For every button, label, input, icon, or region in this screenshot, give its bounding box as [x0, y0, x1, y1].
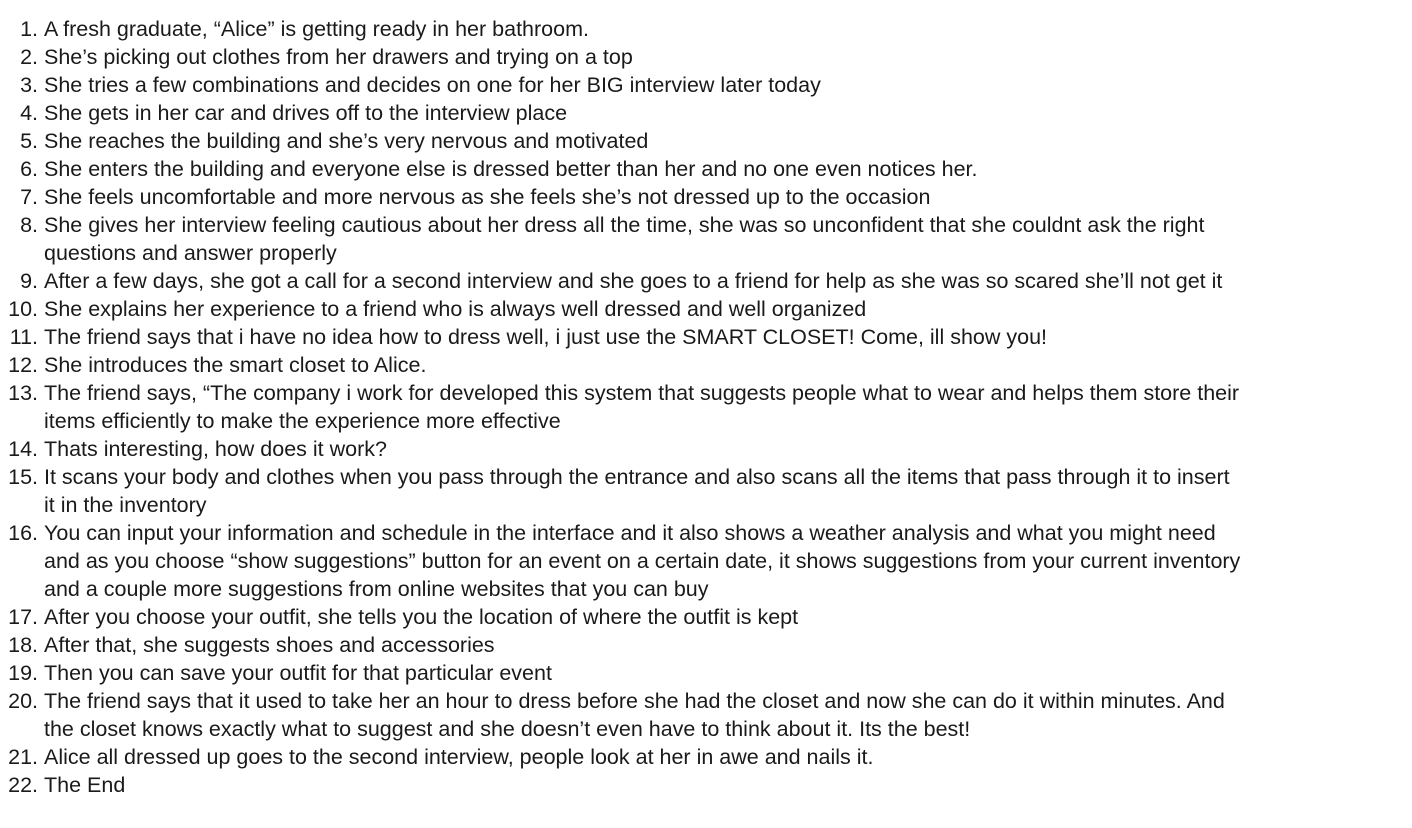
- list-item: 16. You can input your information and sc…: [0, 519, 1412, 603]
- list-item: 15. It scans your body and clothes when y…: [0, 463, 1412, 519]
- list-item-text: She explains her experience to a friend …: [44, 295, 1399, 323]
- list-item: 21. Alice all dressed up goes to the seco…: [0, 743, 1412, 771]
- list-item-line: The friend says that i have no idea how …: [44, 325, 1047, 349]
- list-item-number: 16.: [8, 521, 38, 545]
- list-item-number: 1.: [20, 17, 38, 41]
- list-item: 9. After a few days, she got a call for a…: [0, 267, 1412, 295]
- list-item: 18. After that, she suggests shoes and ac…: [0, 631, 1412, 659]
- list-item-number: 20.: [8, 689, 38, 713]
- list-item-text: She tries a few combinations and decides…: [44, 71, 1399, 99]
- list-item-text: She reaches the building and she’s very …: [44, 127, 1399, 155]
- list-item-line: She gets in her car and drives off to th…: [44, 101, 568, 125]
- list-item-line: She feels uncomfortable and more nervous…: [44, 185, 931, 209]
- list-item-line: Then you can save your outfit for that p…: [44, 661, 552, 685]
- list-item: 10. She explains her experience to a frie…: [0, 295, 1412, 323]
- list-item-text: She enters the building and everyone els…: [44, 155, 1399, 183]
- list-item-line: it in the inventory: [44, 493, 207, 517]
- story-list: 1. A fresh graduate, “Alice” is getting r…: [0, 0, 1412, 799]
- list-item-text: She introduces the smart closet to Alice…: [44, 351, 1399, 379]
- list-item-text: She feels uncomfortable and more nervous…: [44, 183, 1399, 211]
- list-item: 17. After you choose your outfit, she tel…: [0, 603, 1412, 631]
- list-item: 5. She reaches the building and she’s ver…: [0, 127, 1412, 155]
- list-item-line: You can input your information and sched…: [44, 521, 1216, 545]
- list-item-number: 15.: [8, 465, 38, 489]
- list-item: 19. Then you can save your outfit for tha…: [0, 659, 1412, 687]
- list-item: 6. She enters the building and everyone e…: [0, 155, 1412, 183]
- list-item-text: Thats interesting, how does it work?: [44, 435, 1399, 463]
- list-item-line: the closet knows exactly what to suggest…: [44, 717, 971, 741]
- list-item-number: 6.: [20, 157, 38, 181]
- list-item-line: Thats interesting, how does it work?: [44, 437, 387, 461]
- list-item-line: The friend says that it used to take her…: [44, 689, 1225, 713]
- list-item-line: She gives her interview feeling cautious…: [44, 213, 1205, 237]
- list-item-number: 9.: [20, 269, 38, 293]
- list-item-number: 4.: [20, 101, 38, 125]
- list-item-line: She’s picking out clothes from her drawe…: [44, 45, 633, 69]
- list-item-number: 8.: [20, 213, 38, 237]
- list-item-line: After a few days, she got a call for a s…: [44, 269, 1223, 293]
- list-item-line: She explains her experience to a friend …: [44, 297, 867, 321]
- list-item: 3. She tries a few combinations and decid…: [0, 71, 1412, 99]
- list-item-line: She enters the building and everyone els…: [44, 157, 978, 181]
- list-item-text: You can input your information and sched…: [44, 519, 1399, 603]
- list-item-text: Then you can save your outfit for that p…: [44, 659, 1399, 687]
- list-item-line: The End: [44, 773, 126, 797]
- list-item-text: The friend says, “The company i work for…: [44, 379, 1399, 435]
- list-item: 11. The friend says that i have no idea h…: [0, 323, 1412, 351]
- list-item-text: The friend says that it used to take her…: [44, 687, 1399, 743]
- list-item-number: 10.: [8, 297, 38, 321]
- list-item-text: She’s picking out clothes from her drawe…: [44, 43, 1399, 71]
- list-item-line: A fresh graduate, “Alice” is getting rea…: [44, 17, 589, 41]
- list-item-number: 2.: [20, 45, 38, 69]
- list-item-line: She reaches the building and she’s very …: [44, 129, 649, 153]
- list-item: 22. The End: [0, 771, 1412, 799]
- list-item-number: 5.: [20, 129, 38, 153]
- list-item-text: It scans your body and clothes when you …: [44, 463, 1399, 519]
- list-item-text: Alice all dressed up goes to the second …: [44, 743, 1399, 771]
- list-item-line: The friend says, “The company i work for…: [44, 381, 1240, 405]
- list-item: 12. She introduces the smart closet to Al…: [0, 351, 1412, 379]
- list-item-line: She introduces the smart closet to Alice…: [44, 353, 427, 377]
- list-item-line: questions and answer properly: [44, 241, 337, 265]
- list-item-line: She tries a few combinations and decides…: [44, 73, 821, 97]
- list-item: 2. She’s picking out clothes from her dra…: [0, 43, 1412, 71]
- list-item-number: 7.: [20, 185, 38, 209]
- list-item-number: 13.: [8, 381, 38, 405]
- list-item-number: 3.: [20, 73, 38, 97]
- list-item-text: After that, she suggests shoes and acces…: [44, 631, 1399, 659]
- list-item-line: and as you choose “show suggestions” but…: [44, 549, 1241, 573]
- list-item: 1. A fresh graduate, “Alice” is getting r…: [0, 15, 1412, 43]
- list-item-number: 21.: [8, 745, 38, 769]
- list-item: 20. The friend says that it used to take …: [0, 687, 1412, 743]
- list-item-number: 19.: [8, 661, 38, 685]
- list-item: 7. She feels uncomfortable and more nervo…: [0, 183, 1412, 211]
- list-item-number: 12.: [8, 353, 38, 377]
- list-item: 8. She gives her interview feeling cautio…: [0, 211, 1412, 267]
- list-item-number: 17.: [8, 605, 38, 629]
- list-item-text: The End: [44, 771, 1399, 799]
- list-item-line: After that, she suggests shoes and acces…: [44, 633, 495, 657]
- list-item-number: 14.: [8, 437, 38, 461]
- list-item-number: 18.: [8, 633, 38, 657]
- list-item-line: and a couple more suggestions from onlin…: [44, 577, 709, 601]
- list-item-number: 22.: [8, 773, 38, 797]
- list-item-text: A fresh graduate, “Alice” is getting rea…: [44, 15, 1399, 43]
- list-item-line: It scans your body and clothes when you …: [44, 465, 1230, 489]
- list-item-text: The friend says that i have no idea how …: [44, 323, 1399, 351]
- list-item-number: 11.: [9, 325, 38, 349]
- list-item-text: She gets in her car and drives off to th…: [44, 99, 1399, 127]
- list-item-text: After you choose your outfit, she tells …: [44, 603, 1399, 631]
- list-item-line: Alice all dressed up goes to the second …: [44, 745, 874, 769]
- list-item: 13. The friend says, “The company i work …: [0, 379, 1412, 435]
- list-item-line: After you choose your outfit, she tells …: [44, 605, 799, 629]
- list-item: 4. She gets in her car and drives off to …: [0, 99, 1412, 127]
- list-item-text: She gives her interview feeling cautious…: [44, 211, 1399, 267]
- list-item-line: items efficiently to make the experience…: [44, 409, 561, 433]
- list-item: 14. Thats interesting, how does it work?: [0, 435, 1412, 463]
- list-item-text: After a few days, she got a call for a s…: [44, 267, 1399, 295]
